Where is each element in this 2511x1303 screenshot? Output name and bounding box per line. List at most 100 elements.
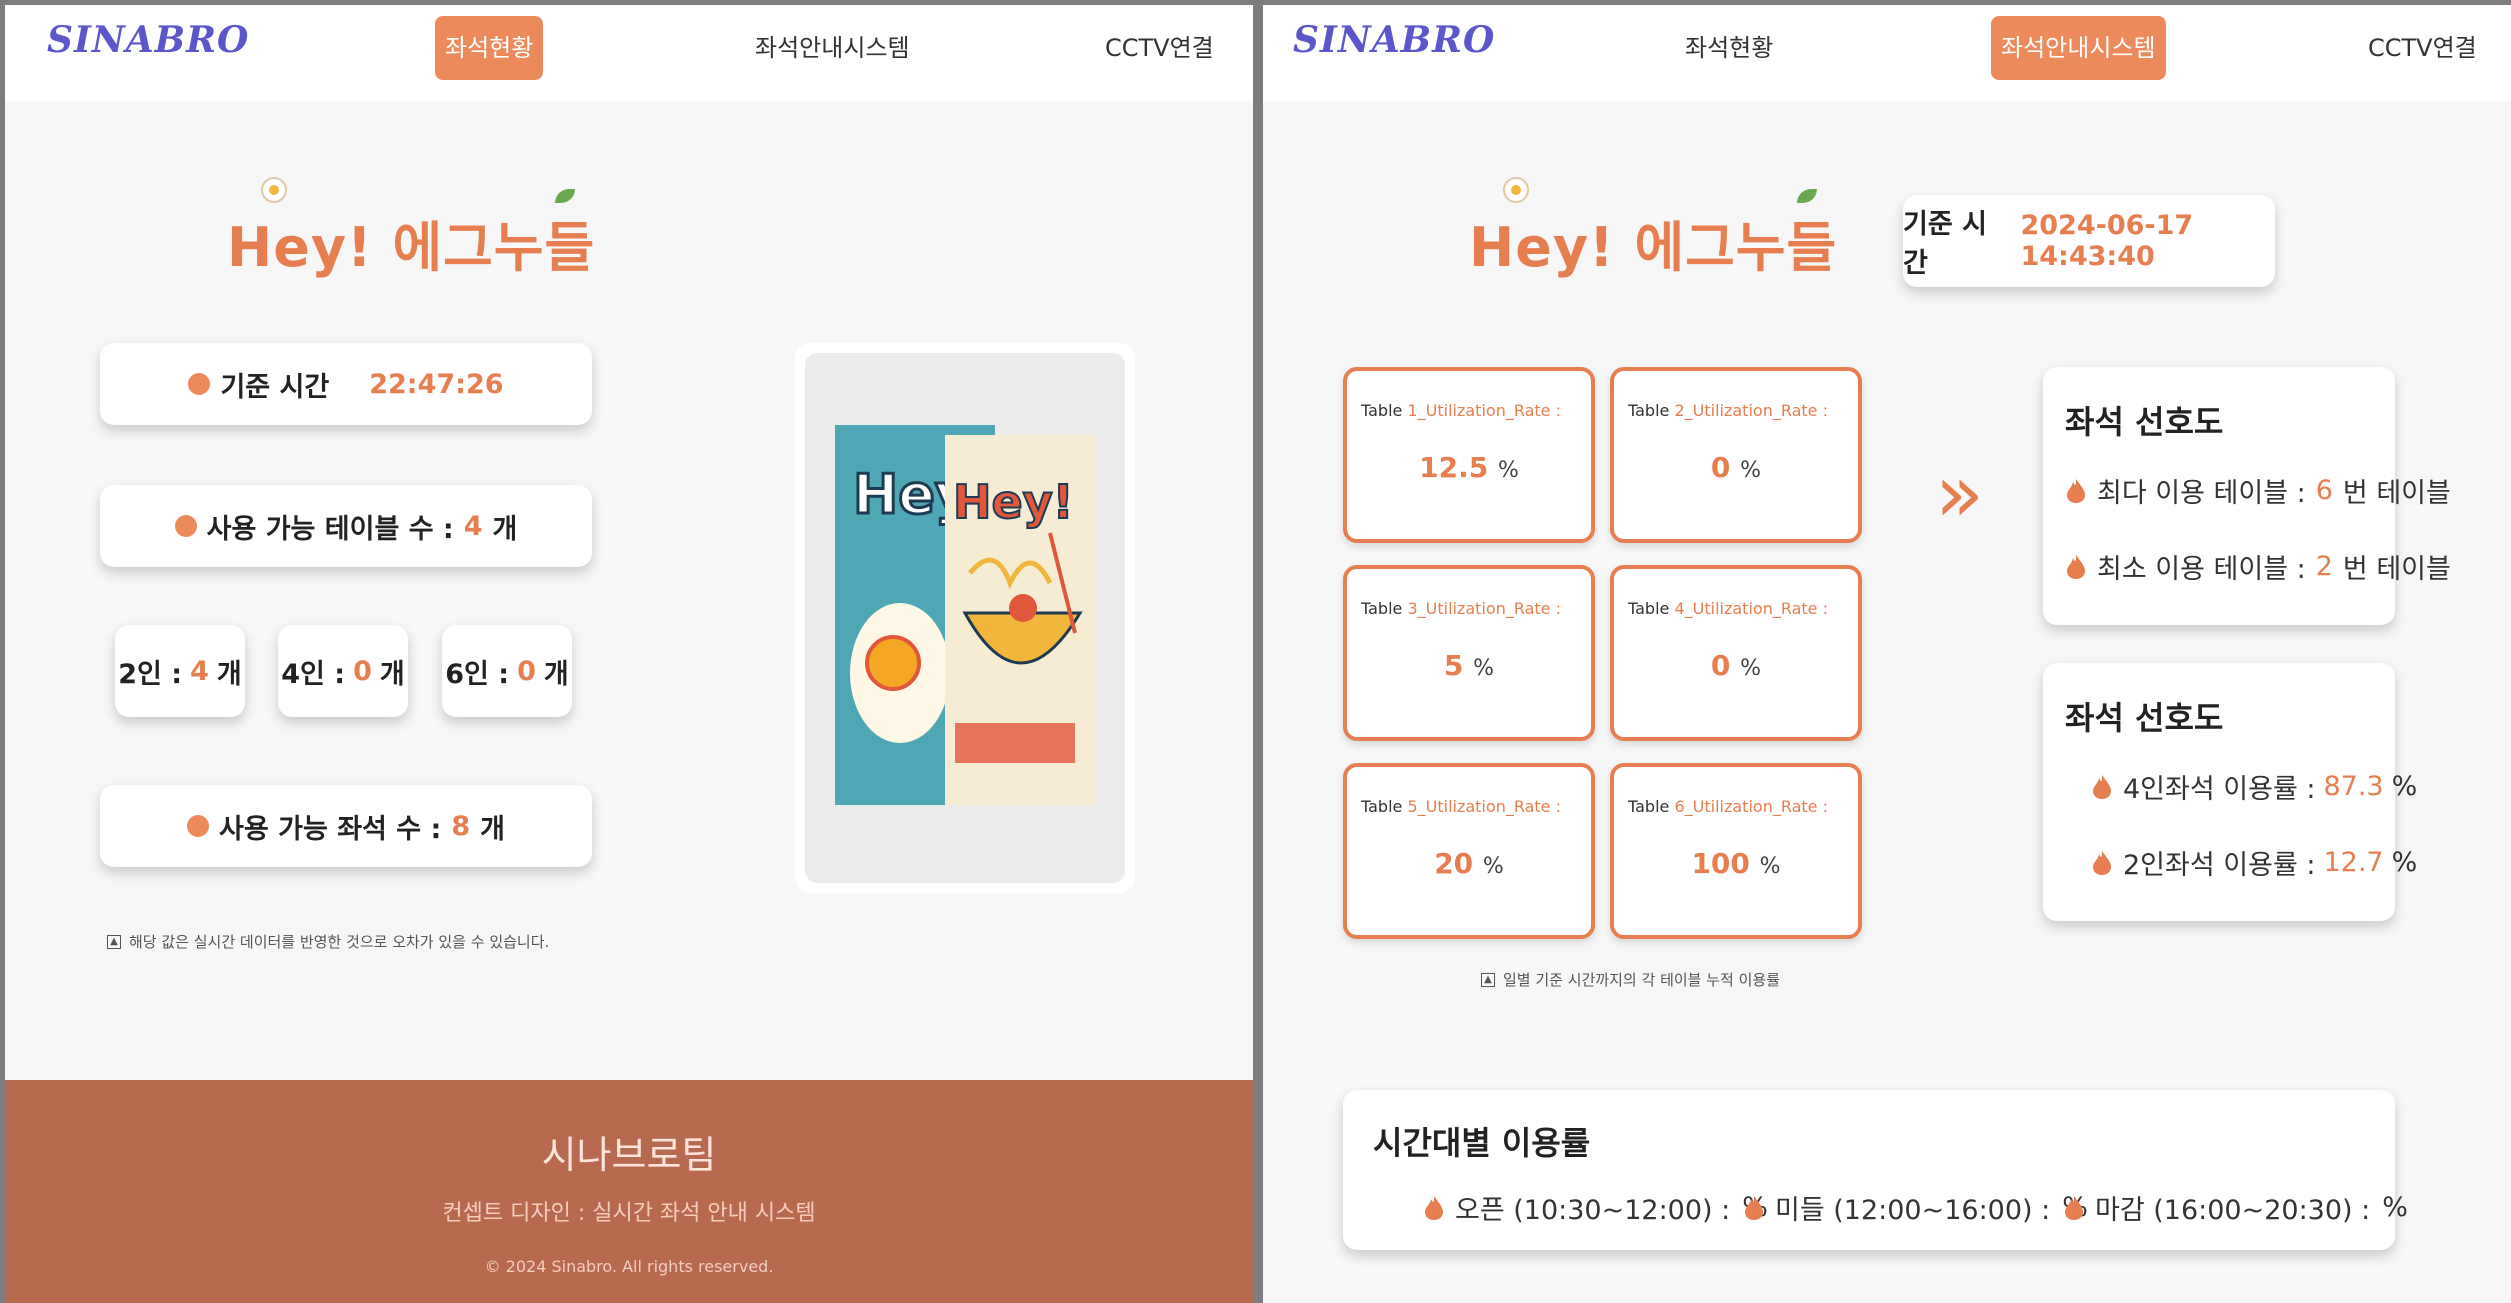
table-suffix: _Utilization_Rate : xyxy=(1417,599,1561,618)
size-value: 4 xyxy=(190,655,209,687)
two-seat-unit: % xyxy=(2391,847,2418,878)
brand-logo: Hey! 에그누들 xyxy=(227,177,596,282)
table-suffix: _Utilization_Rate : xyxy=(1684,797,1828,816)
least-used-unit: 번 테이블 xyxy=(2342,554,2451,585)
four-seat-unit: % xyxy=(2391,771,2418,802)
egg-icon xyxy=(261,177,287,203)
size-card-4: 4인 : 0 개 xyxy=(278,625,408,717)
time-usage-item: 오픈 (10:30~12:00) : % xyxy=(1423,1188,1768,1227)
front-poster: Hey! xyxy=(945,435,1095,805)
seats-value: 8 xyxy=(451,810,471,842)
table-rate-card-1: Table 1_Utilization_Rate : 12.5 % xyxy=(1343,367,1595,543)
time-label: 기준 시간 xyxy=(1903,209,1987,279)
least-used-line: 최소 이용 테이블 : 2 번 테이블 xyxy=(2065,547,2451,586)
table-num: 1 xyxy=(1407,401,1418,420)
seats-unit: 개 xyxy=(480,813,505,845)
flame-icon xyxy=(2067,478,2085,503)
leaf-icon xyxy=(555,189,576,203)
table-rate-unit: % xyxy=(1497,458,1519,483)
poster-image: Hey Hey! xyxy=(795,343,1135,893)
footer-team: 시나브로팀 xyxy=(541,1133,717,1177)
time-usage-label: 미들 (12:00~16:00) : xyxy=(1775,1195,2051,1226)
clock-icon xyxy=(188,373,211,395)
size-unit: 개 xyxy=(543,658,569,690)
table-rate-card-2: Table 2_Utilization_Rate : 0 % xyxy=(1610,367,1862,543)
logo[interactable]: SINABRO xyxy=(47,19,249,61)
time-card: 기준 시간 2024-06-17 14:43:40 xyxy=(1903,195,2275,287)
table-rate-value: 5 xyxy=(1443,649,1464,682)
table-suffix: _Utilization_Rate : xyxy=(1684,599,1828,618)
nav-cctv[interactable]: CCTV연결 xyxy=(1095,16,1224,80)
flame-icon xyxy=(1425,1195,1443,1220)
table-num: 6 xyxy=(1674,797,1685,816)
egg-icon xyxy=(1503,177,1529,203)
two-seat-label: 2인좌석 이용률 : xyxy=(2123,850,2316,881)
most-used-value: 6 xyxy=(2315,475,2333,506)
table-num: 3 xyxy=(1407,599,1418,618)
table-rate-value: 20 xyxy=(1434,847,1474,880)
pref-title: 좌석 선호도 xyxy=(2065,699,2224,737)
poster-front-text: Hey! xyxy=(953,475,1074,529)
least-used-label: 최소 이용 테이블 : xyxy=(2097,554,2306,585)
most-used-unit: 번 테이블 xyxy=(2342,478,2451,509)
brand-logo: Hey! 에그누들 xyxy=(1469,177,1838,282)
table-rate-value: 0 xyxy=(1710,649,1731,682)
seat-guide-page: SINABRO 좌석현황 좌석안내시스템 CCTV연결 Hey! 에그누들 기준… xyxy=(1263,5,2511,1303)
realtime-note: ▲ 해당 값은 실시간 데이터를 반영한 것으로 오차가 있을 수 있습니다. xyxy=(107,931,549,952)
most-used-line: 최다 이용 테이블 : 6 번 테이블 xyxy=(2065,471,2451,510)
table-suffix: _Utilization_Rate : xyxy=(1684,401,1828,420)
table-rate-card-6: Table 6_Utilization_Rate : 100 % xyxy=(1610,763,1862,939)
four-seat-value: 87.3 xyxy=(2323,771,2384,802)
info-icon: ▲ xyxy=(107,934,121,949)
table-suffix: _Utilization_Rate : xyxy=(1417,797,1561,816)
seat-preference-card: 좌석 선호도 최다 이용 테이블 : 6 번 테이블 최소 이용 테이블 : 2… xyxy=(2043,367,2451,625)
four-seat-line: 4인좌석 이용률 : 87.3 % xyxy=(2091,767,2417,806)
size-unit: 개 xyxy=(216,658,242,690)
size-label: 4인 : xyxy=(281,658,346,690)
table-rate-card-5: Table 5_Utilization_Rate : 20 % xyxy=(1343,763,1595,939)
leaf-icon xyxy=(1797,189,1818,203)
size-value: 0 xyxy=(517,655,536,687)
table-prefix: Table xyxy=(1361,401,1408,420)
table-rate-card-4: Table 4_Utilization_Rate : 0 % xyxy=(1610,565,1862,741)
tables-value: 4 xyxy=(463,510,483,542)
brand-text: Hey! 에그누들 xyxy=(227,216,596,279)
seat-type-rate-card: 좌석 선호도 4인좌석 이용률 : 87.3 % 2인좌석 이용률 : 12.7… xyxy=(2043,663,2417,921)
table-num: 5 xyxy=(1407,797,1418,816)
time-usage-unit: % xyxy=(2382,1192,2408,1223)
time-usage-card: 시간대별 이용률 오픈 (10:30~12:00) : % 미들 (12:00~… xyxy=(1343,1090,2408,1250)
nav-guide-system[interactable]: 좌석안내시스템 xyxy=(1991,16,2166,80)
nav-seat-status[interactable]: 좌석현황 xyxy=(1675,16,1783,80)
table-prefix: Table xyxy=(1361,599,1408,618)
logo[interactable]: SINABRO xyxy=(1293,19,1495,61)
seat-status-page: SINABRO 좌석현황 좌석안내시스템 CCTV연결 Hey! 에그누들 기준… xyxy=(5,5,1253,1303)
table-prefix: Table xyxy=(1361,797,1408,816)
table-rate-unit: % xyxy=(1473,656,1495,681)
double-chevron-icon: » xyxy=(1935,447,1984,540)
available-tables-card: 사용 가능 테이블 수 : 4 개 xyxy=(100,485,592,567)
time-card: 기준 시간 22:47:26 xyxy=(100,343,592,425)
table-prefix: Table xyxy=(1628,401,1675,420)
available-seats-card: 사용 가능 좌석 수 : 8 개 xyxy=(100,785,592,867)
time-value: 22:47:26 xyxy=(369,368,504,400)
nav-seat-status[interactable]: 좌석현황 xyxy=(435,16,544,80)
navbar: SINABRO 좌석현황 좌석안내시스템 CCTV연결 xyxy=(5,5,1253,101)
nav-cctv[interactable]: CCTV연결 xyxy=(2358,16,2487,80)
size-card-6: 6인 : 0 개 xyxy=(442,625,572,717)
realtime-note-text: 해당 값은 실시간 데이터를 반영한 것으로 오차가 있을 수 있습니다. xyxy=(129,933,550,951)
table-num: 2 xyxy=(1674,401,1685,420)
nav-guide-system[interactable]: 좌석안내시스템 xyxy=(745,16,920,80)
time-usage-label: 마감 (16:00~20:30) : xyxy=(2095,1195,2371,1226)
table-suffix: _Utilization_Rate : xyxy=(1417,401,1561,420)
time-label: 기준 시간 xyxy=(220,371,330,403)
time-usage-label: 오픈 (10:30~12:00) : xyxy=(1455,1195,1731,1226)
table-rate-unit: % xyxy=(1482,854,1504,879)
flame-icon xyxy=(2067,554,2085,579)
table-prefix: Table xyxy=(1628,797,1675,816)
flame-icon xyxy=(2065,1195,2083,1220)
most-used-label: 최다 이용 테이블 : xyxy=(2097,478,2306,509)
table-rate-unit: % xyxy=(1759,854,1781,879)
table-rate-value: 12.5 xyxy=(1419,451,1489,484)
cumulative-note: ▲ 일별 기준 시간까지의 각 테이블 누적 이용률 xyxy=(1481,969,1780,990)
brand-text: Hey! 에그누들 xyxy=(1469,216,1838,279)
